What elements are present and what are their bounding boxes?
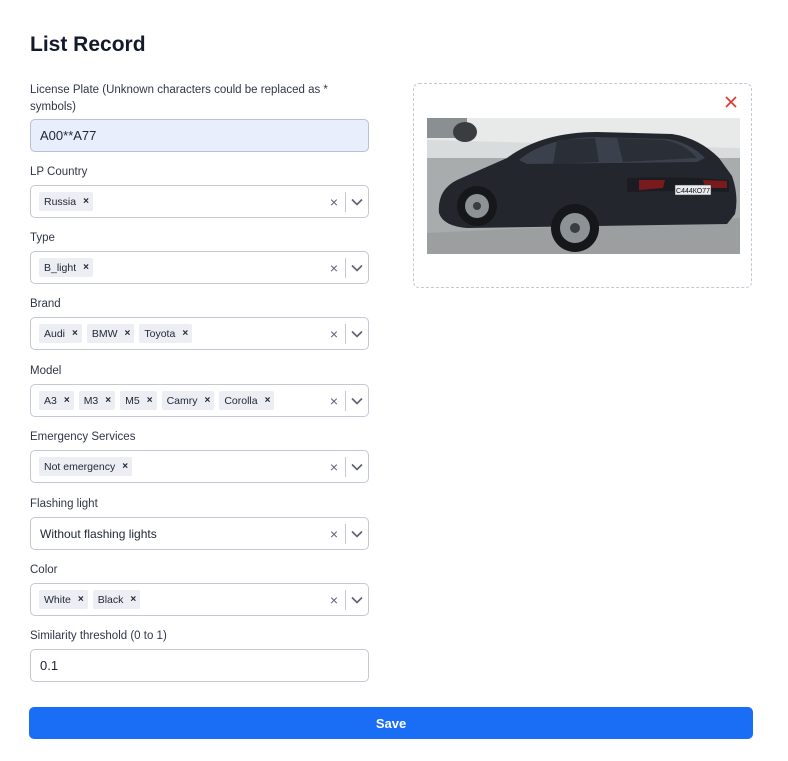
color-select[interactable]: White × Black × × <box>30 583 369 616</box>
chevron-down-icon[interactable] <box>346 385 368 416</box>
color-label: Color <box>30 564 58 576</box>
type-label: Type <box>30 232 55 244</box>
clear-icon[interactable]: × <box>323 326 345 342</box>
tag-label: BMW <box>91 327 118 340</box>
brand-select[interactable]: Audi × BMW × Toyota × × <box>30 317 369 350</box>
selected-tag: Russia × <box>39 192 93 211</box>
plate-text: С444КО77 <box>676 188 710 195</box>
license-plate-label: License Plate (Unknown characters could … <box>30 84 328 113</box>
remove-tag-icon[interactable]: × <box>182 328 188 339</box>
tag-label: Russia <box>44 195 77 208</box>
selected-tag: A3 × <box>39 391 74 410</box>
chevron-down-icon[interactable] <box>346 186 368 217</box>
color-values: White × Black × <box>31 590 323 609</box>
clear-icon[interactable]: × <box>323 592 345 608</box>
chevron-down-icon[interactable] <box>346 518 368 549</box>
selected-tag: M5 × <box>120 391 157 410</box>
selected-tag: Black × <box>92 590 141 609</box>
similarity-label: Similarity threshold (0 to 1) <box>30 630 167 642</box>
tag-label: White <box>44 593 71 606</box>
similarity-input[interactable] <box>30 649 369 682</box>
clear-icon[interactable]: × <box>323 393 345 409</box>
tag-label: M5 <box>125 394 140 407</box>
remove-tag-icon[interactable]: × <box>265 395 271 406</box>
lp-country-label: LP Country <box>30 166 88 178</box>
remove-tag-icon[interactable]: × <box>122 461 128 472</box>
flashing-light-value: Without flashing lights <box>40 526 157 541</box>
similarity-field: Similarity threshold (0 to 1) <box>30 628 369 682</box>
remove-tag-icon[interactable]: × <box>125 328 131 339</box>
remove-tag-icon[interactable]: × <box>78 594 84 605</box>
clear-icon[interactable]: × <box>323 459 345 475</box>
license-plate-field: License Plate (Unknown characters could … <box>30 82 369 152</box>
selected-tag: Camry × <box>161 391 215 410</box>
selected-tag: Audi × <box>39 324 82 343</box>
model-select[interactable]: A3 × M3 × M5 × Camry × Corolla × × <box>30 384 369 417</box>
selected-tag: White × <box>39 590 88 609</box>
type-field: Type B_light × × <box>30 230 369 284</box>
clear-icon[interactable]: × <box>323 260 345 276</box>
lp-country-select[interactable]: Russia × × <box>30 185 369 218</box>
selected-tag: Toyota × <box>139 324 193 343</box>
chevron-down-icon[interactable] <box>346 318 368 349</box>
remove-tag-icon[interactable]: × <box>83 196 89 207</box>
remove-tag-icon[interactable]: × <box>72 328 78 339</box>
tag-label: Black <box>97 593 124 606</box>
tag-label: Not emergency <box>44 460 116 473</box>
flashing-light-select[interactable]: Without flashing lights × <box>30 517 369 550</box>
remove-tag-icon[interactable]: × <box>64 395 70 406</box>
model-field: Model A3 × M3 × M5 × Camry × Corolla × × <box>30 363 369 417</box>
remove-tag-icon[interactable]: × <box>83 262 89 273</box>
model-values: A3 × M3 × M5 × Camry × Corolla × <box>31 391 323 410</box>
remove-tag-icon[interactable]: × <box>204 395 210 406</box>
selected-tag: BMW × <box>86 324 135 343</box>
color-field: Color White × Black × × <box>30 562 369 616</box>
tag-label: A3 <box>44 394 57 407</box>
remove-tag-icon[interactable]: × <box>105 395 111 406</box>
tag-label: Camry <box>166 394 198 407</box>
clear-icon[interactable]: × <box>323 526 345 542</box>
lp-country-values: Russia × <box>31 192 323 211</box>
remove-tag-icon[interactable]: × <box>147 395 153 406</box>
flashing-light-field: Flashing light Without flashing lights × <box>30 496 369 550</box>
selected-tag: M3 × <box>78 391 116 410</box>
emergency-field: Emergency Services Not emergency × × <box>30 429 369 483</box>
chevron-down-icon[interactable] <box>346 252 368 283</box>
car-photo: С444КО77 <box>427 118 740 254</box>
selected-tag: Corolla × <box>219 391 275 410</box>
brand-values: Audi × BMW × Toyota × <box>31 324 323 343</box>
tag-label: Corolla <box>224 394 258 407</box>
save-button[interactable]: Save <box>29 707 753 739</box>
emergency-select[interactable]: Not emergency × × <box>30 450 369 483</box>
tag-label: Toyota <box>144 327 176 340</box>
chevron-down-icon[interactable] <box>346 451 368 482</box>
emergency-label: Emergency Services <box>30 431 136 443</box>
selected-tag: Not emergency × <box>39 457 133 476</box>
chevron-down-icon[interactable] <box>346 584 368 615</box>
tag-label: M3 <box>83 394 99 407</box>
model-label: Model <box>30 365 62 377</box>
flashing-light-label: Flashing light <box>30 498 98 510</box>
clear-icon[interactable]: × <box>323 194 345 210</box>
type-values: B_light × <box>31 258 323 277</box>
emergency-values: Not emergency × <box>31 457 323 476</box>
brand-field: Brand Audi × BMW × Toyota × × <box>30 296 369 350</box>
remove-tag-icon[interactable]: × <box>130 594 136 605</box>
lp-country-field: LP Country Russia × × <box>30 164 369 218</box>
tag-label: Audi <box>44 327 66 340</box>
license-plate-input[interactable] <box>30 119 369 152</box>
selected-tag: B_light × <box>39 258 93 277</box>
tag-label: B_light <box>44 261 77 274</box>
image-panel: С444КО77 <box>413 83 752 288</box>
close-icon[interactable] <box>724 95 738 109</box>
page-title: List Record <box>30 33 146 56</box>
type-select[interactable]: B_light × × <box>30 251 369 284</box>
brand-label: Brand <box>30 298 61 310</box>
